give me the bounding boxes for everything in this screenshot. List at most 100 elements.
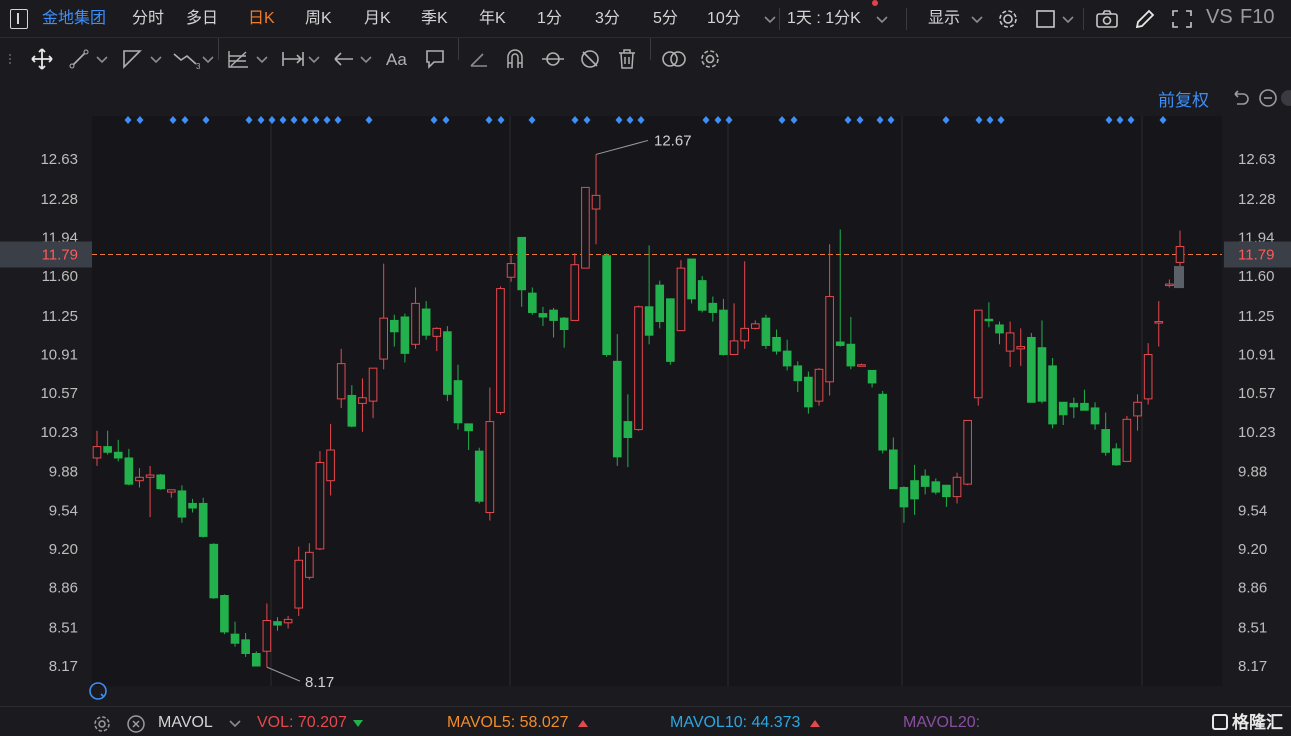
candle[interactable] <box>167 489 176 493</box>
candle[interactable] <box>251 652 261 667</box>
candle[interactable] <box>782 350 792 367</box>
measure-tool-icon[interactable] <box>280 48 306 70</box>
candle[interactable] <box>1048 365 1057 425</box>
candle[interactable] <box>581 186 590 269</box>
candle[interactable] <box>1037 347 1047 402</box>
channel-tool-icon[interactable] <box>120 48 146 70</box>
candle[interactable] <box>347 394 357 427</box>
candle[interactable] <box>697 280 707 311</box>
chevron-down-icon[interactable] <box>306 48 322 70</box>
candle[interactable] <box>846 343 856 367</box>
candle[interactable] <box>1154 321 1164 324</box>
candle[interactable] <box>729 340 739 356</box>
fullscreen-icon[interactable] <box>1170 8 1194 30</box>
candle[interactable] <box>655 284 665 323</box>
period-tab-5min[interactable]: 5分 <box>653 7 678 30</box>
candle[interactable] <box>602 255 611 356</box>
candle[interactable] <box>124 457 134 485</box>
stock-list-icon[interactable] <box>10 9 28 29</box>
layout-icon[interactable] <box>1034 8 1058 30</box>
candle[interactable] <box>1165 283 1174 287</box>
candle[interactable] <box>623 421 633 439</box>
candle[interactable] <box>528 292 537 313</box>
candle[interactable] <box>315 462 325 550</box>
overlay-compare-icon[interactable] <box>660 48 688 70</box>
candle[interactable] <box>570 264 580 321</box>
candle[interactable] <box>283 618 293 624</box>
candle[interactable] <box>973 309 983 399</box>
candle[interactable] <box>825 296 834 383</box>
period-tab-quarterly[interactable]: 季K <box>421 7 448 30</box>
candle[interactable] <box>517 236 527 291</box>
candle[interactable] <box>687 258 696 300</box>
candle[interactable] <box>1101 429 1110 453</box>
candle[interactable] <box>708 302 718 313</box>
candle[interactable] <box>750 323 760 329</box>
candle[interactable] <box>220 595 229 633</box>
chevron-down-icon[interactable] <box>148 48 164 70</box>
candle[interactable] <box>549 309 558 321</box>
wave-tool-icon[interactable]: 3 <box>172 48 202 70</box>
candle[interactable] <box>336 363 346 400</box>
chevron-down-icon[interactable] <box>254 48 270 70</box>
candle[interactable] <box>358 397 367 404</box>
period-tab-monthly[interactable]: 月K <box>364 7 391 30</box>
settings-icon[interactable] <box>92 714 112 734</box>
fibonacci-tool-icon[interactable] <box>226 48 252 70</box>
price-adjust-selector[interactable]: 前复权 <box>1158 86 1209 111</box>
candle[interactable] <box>931 481 941 493</box>
undo-icon[interactable] <box>1231 88 1251 108</box>
candle[interactable] <box>135 476 144 482</box>
candle[interactable] <box>506 263 516 278</box>
candle[interactable] <box>1122 418 1132 462</box>
candle[interactable] <box>262 620 272 652</box>
compare-button[interactable]: VS <box>1206 6 1233 29</box>
candle[interactable] <box>634 306 643 431</box>
candle[interactable] <box>644 306 654 336</box>
lock-drawing-icon[interactable] <box>540 48 566 70</box>
period-tab-weekly[interactable]: 周K <box>305 7 332 30</box>
chart-canvas[interactable]: 12.63 12.6312.28 12.2811.94 11.9411.60 11.60… <box>0 80 1291 706</box>
candle[interactable] <box>496 288 505 414</box>
collapse-panel-icon[interactable] <box>1279 88 1291 108</box>
candle[interactable] <box>464 423 473 432</box>
candle[interactable] <box>400 316 410 354</box>
candle[interactable] <box>612 360 622 458</box>
candle[interactable] <box>591 194 601 210</box>
candle[interactable] <box>910 480 919 500</box>
candle[interactable] <box>443 331 452 395</box>
candle[interactable] <box>952 476 962 498</box>
candle[interactable] <box>1016 346 1026 350</box>
candle[interactable] <box>740 327 749 342</box>
settings-icon[interactable] <box>996 8 1020 30</box>
f10-button[interactable]: F10 <box>1240 6 1274 29</box>
candle[interactable] <box>241 639 250 654</box>
chevron-down-icon[interactable] <box>870 8 894 30</box>
drag-handle-icon[interactable] <box>6 48 14 70</box>
candle[interactable] <box>156 474 166 490</box>
hide-drawing-icon[interactable] <box>578 48 602 70</box>
candle[interactable] <box>1175 246 1185 263</box>
candle[interactable] <box>942 484 951 498</box>
candle[interactable] <box>814 368 824 402</box>
candle[interactable] <box>666 298 675 362</box>
candle[interactable] <box>1143 354 1153 400</box>
display-menu[interactable]: 显示 <box>928 7 960 30</box>
candle[interactable] <box>835 341 845 346</box>
camera-icon[interactable] <box>1095 8 1119 30</box>
candle[interactable] <box>92 446 102 459</box>
period-tab-10min[interactable]: 10分 <box>707 7 741 30</box>
candle[interactable] <box>867 369 877 384</box>
candle[interactable] <box>485 421 495 514</box>
candle[interactable] <box>793 365 803 382</box>
candle[interactable] <box>421 308 431 336</box>
chevron-down-icon[interactable] <box>965 8 989 30</box>
settings-icon[interactable] <box>698 48 722 70</box>
candle[interactable] <box>559 317 569 331</box>
candle[interactable] <box>305 551 314 578</box>
candle[interactable] <box>995 324 1004 334</box>
multi-period-selector[interactable]: 1天 : 1分K <box>787 7 861 30</box>
period-tab-multi-day[interactable]: 多日 <box>186 7 218 30</box>
chevron-down-icon[interactable] <box>358 48 374 70</box>
comment-tool-icon[interactable] <box>424 48 446 70</box>
